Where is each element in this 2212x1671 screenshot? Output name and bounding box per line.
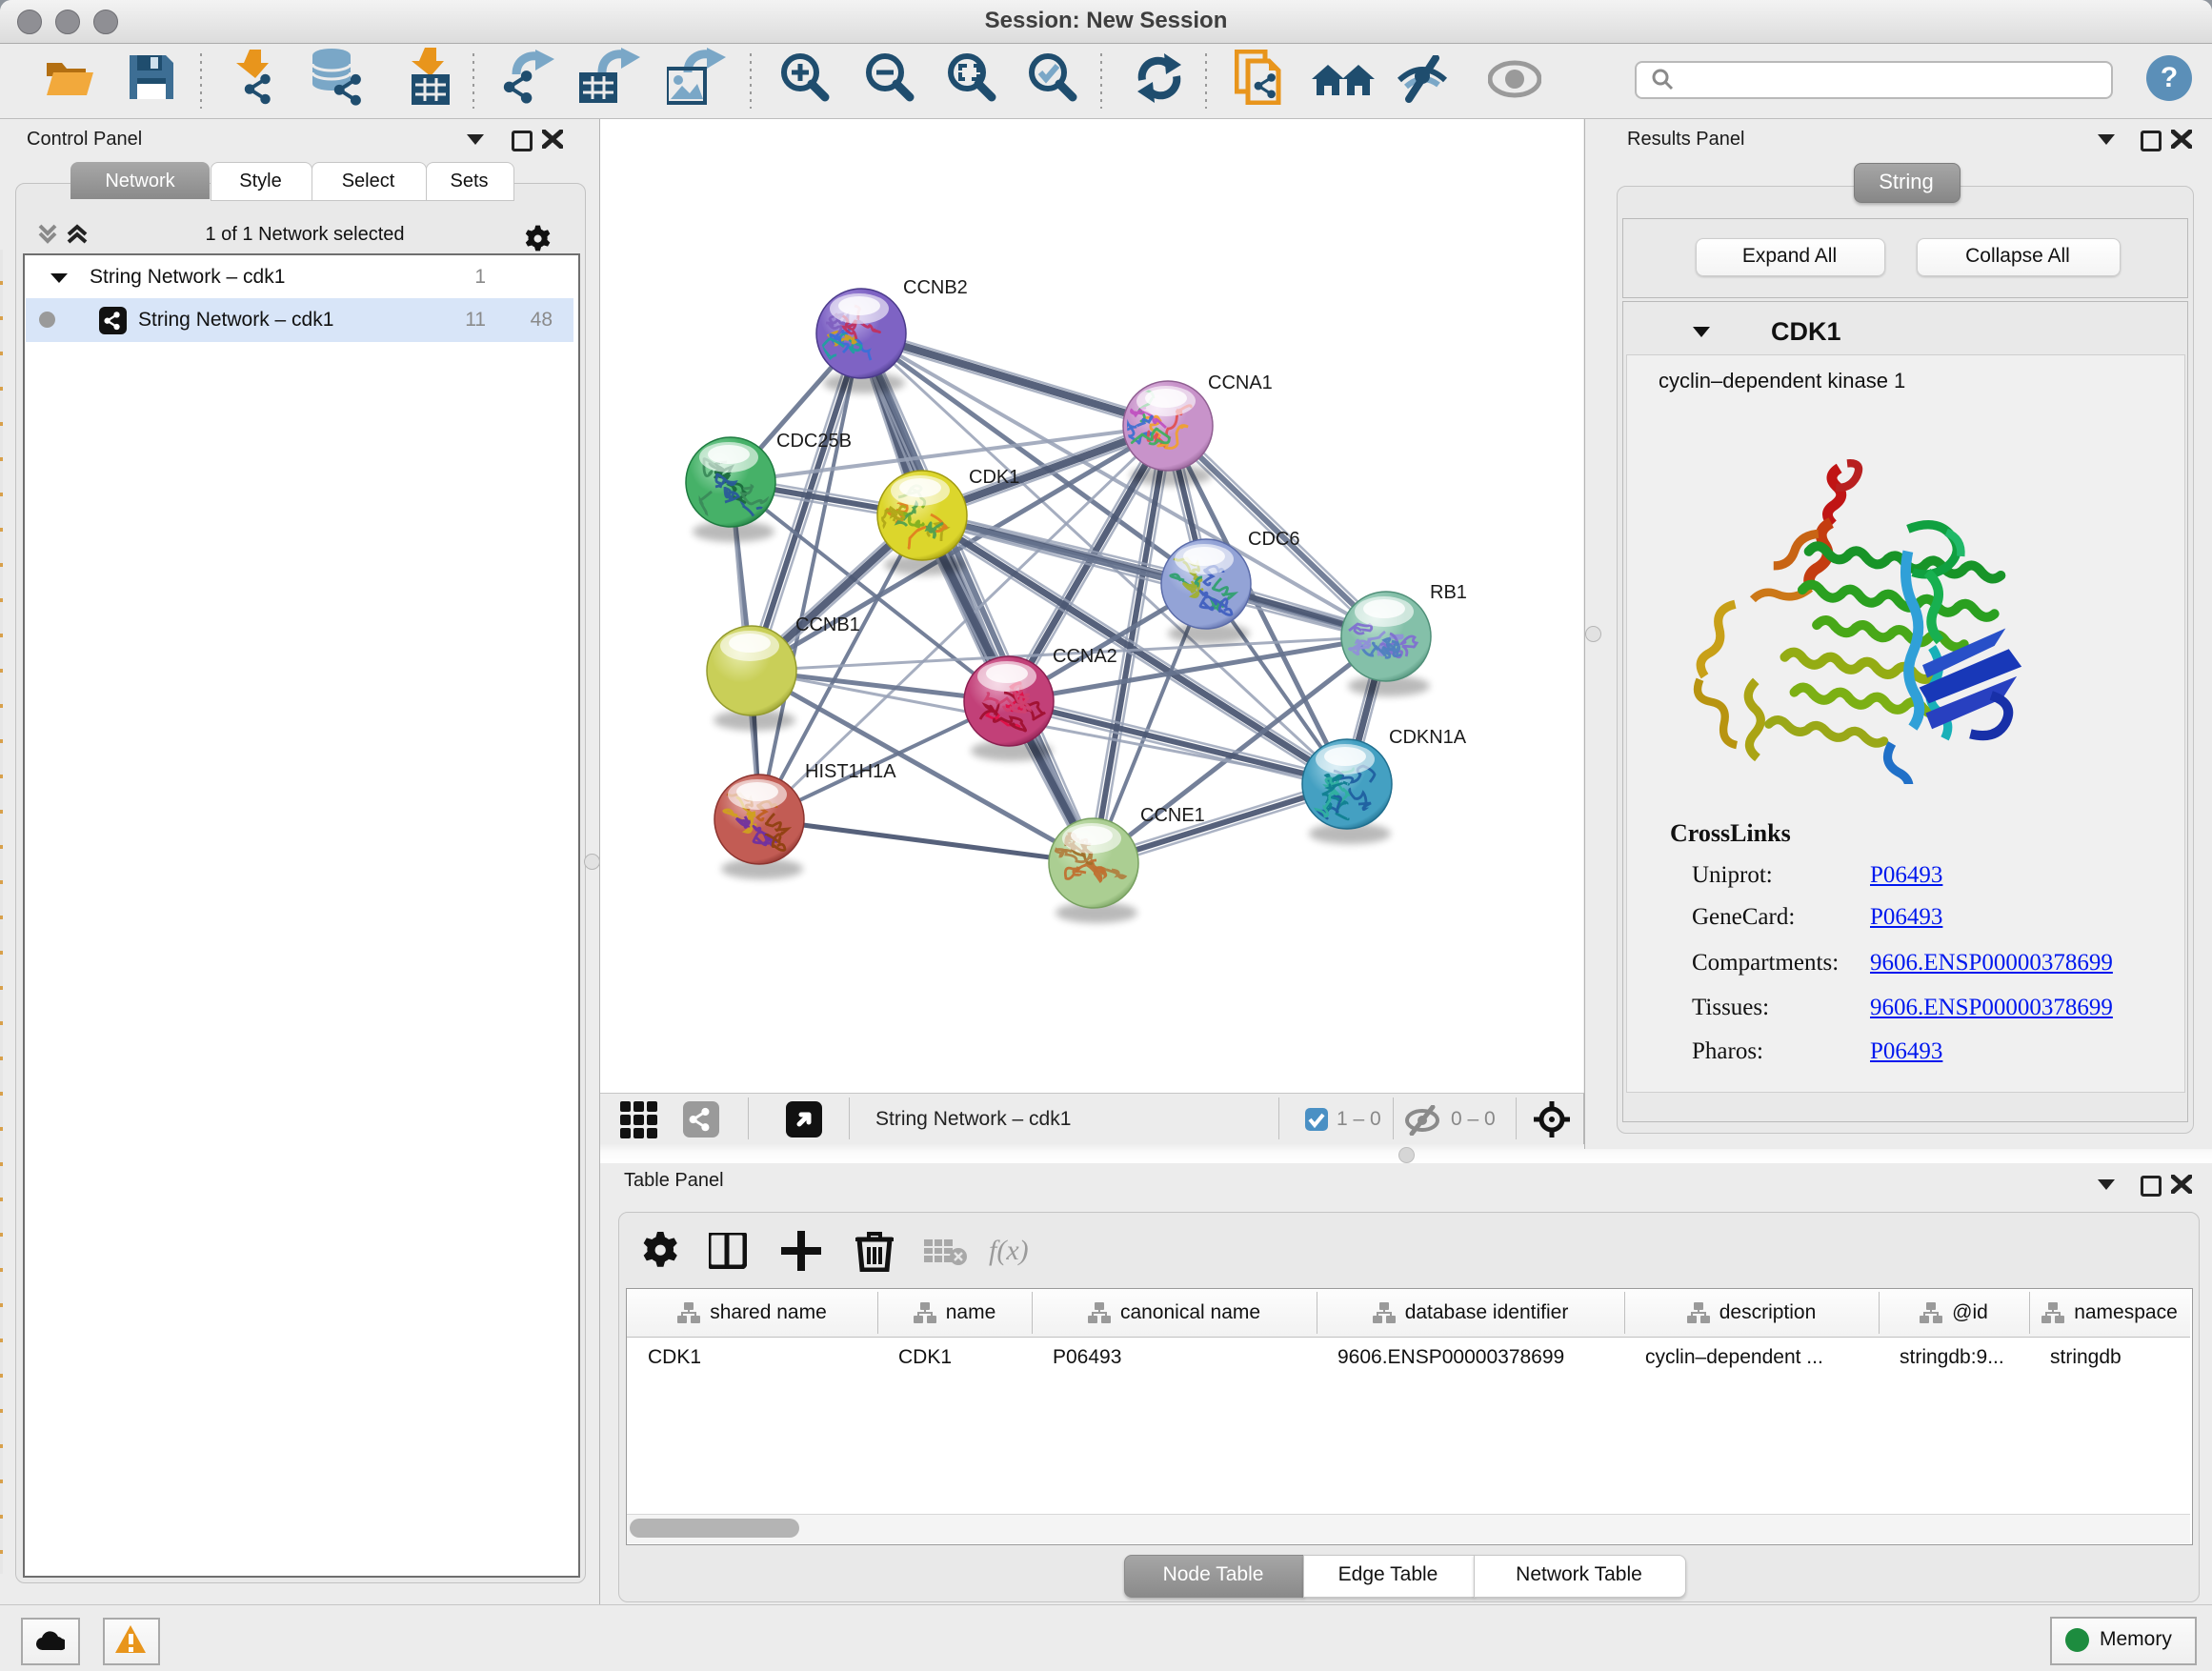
svg-text:CCNA1: CCNA1 bbox=[1208, 372, 1273, 393]
svg-text:CDK1: CDK1 bbox=[969, 467, 1019, 488]
svg-text:CCNB1: CCNB1 bbox=[795, 614, 860, 635]
svg-text:HIST1H1A: HIST1H1A bbox=[805, 761, 896, 782]
svg-text:CCNB2: CCNB2 bbox=[903, 277, 968, 298]
svg-text:CCNE1: CCNE1 bbox=[1140, 805, 1205, 826]
svg-text:RB1: RB1 bbox=[1430, 582, 1467, 603]
svg-text:CDC6: CDC6 bbox=[1248, 529, 1299, 550]
svg-text:CDKN1A: CDKN1A bbox=[1389, 727, 1467, 748]
svg-text:CCNA2: CCNA2 bbox=[1053, 646, 1117, 667]
svg-text:CDC25B: CDC25B bbox=[776, 431, 852, 452]
